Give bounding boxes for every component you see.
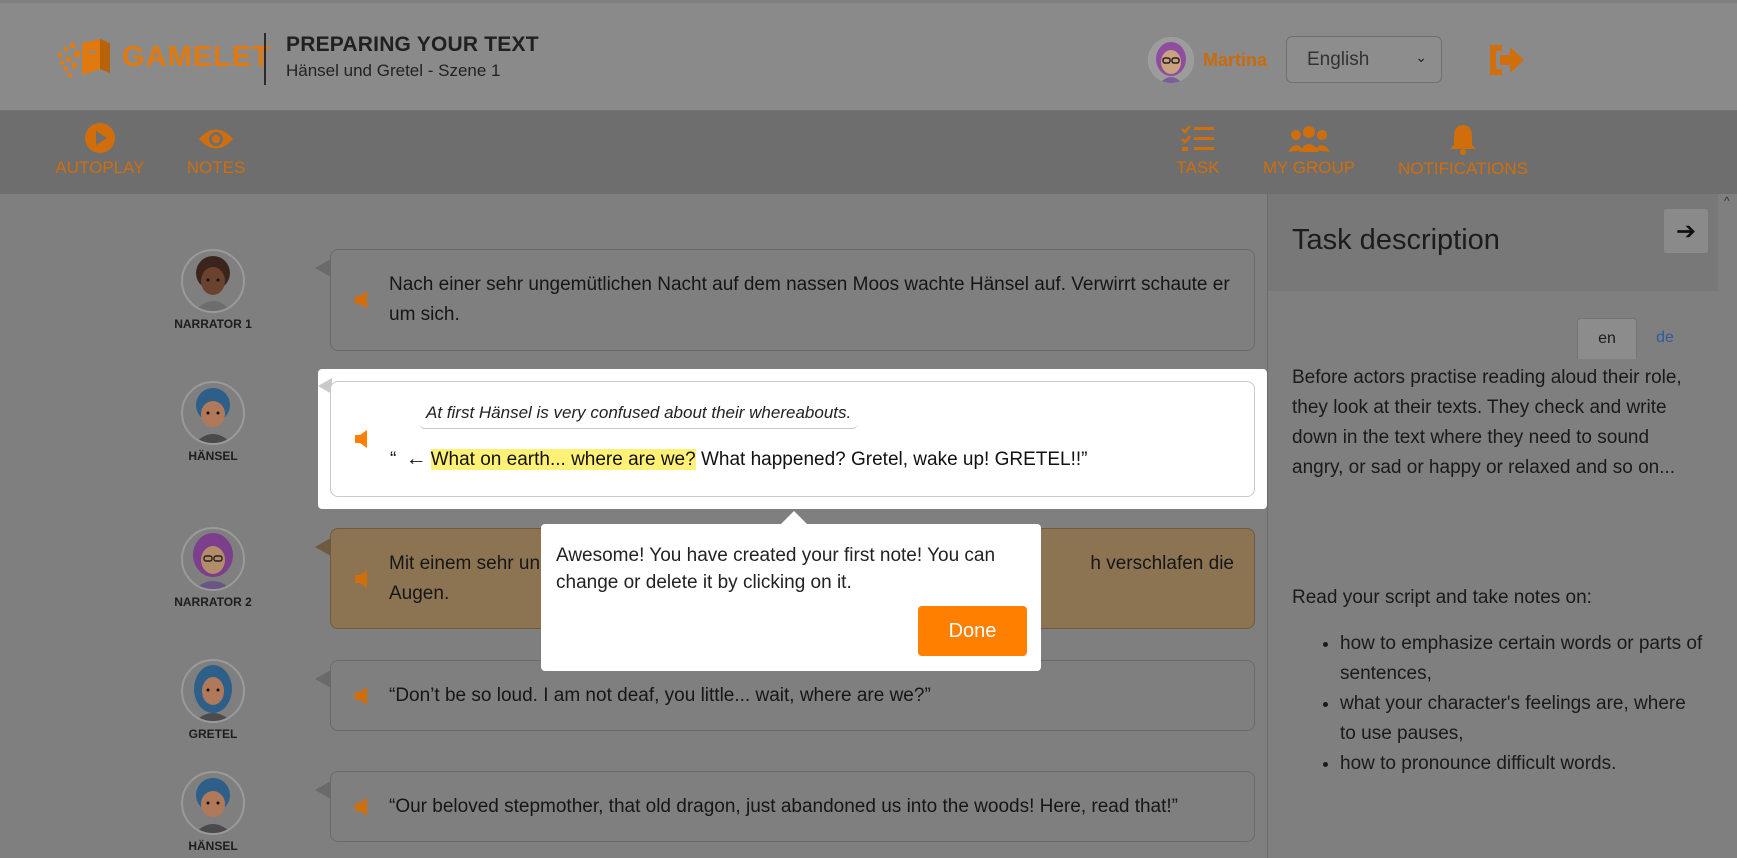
character-narrator-1: NARRATOR 1 xyxy=(158,249,268,331)
line-text-rest: What happened? Gretel, wake up! GRETEL!!… xyxy=(695,449,1088,470)
character-name: GRETEL xyxy=(188,727,238,741)
group-icon xyxy=(1288,126,1330,152)
task-panel-header: Task description ➔ xyxy=(1268,194,1718,291)
character-name: NARRATOR 2 xyxy=(174,595,252,609)
bell-icon xyxy=(1450,125,1476,155)
note[interactable]: At first Hänsel is very confused about t… xyxy=(419,398,859,429)
notifications-button[interactable]: NOTIFICATIONS xyxy=(1398,123,1528,179)
popup-arrow xyxy=(781,511,807,524)
line-text-start: Mit einem sehr un xyxy=(389,552,541,574)
line-text: “Don’t be so loud. I am not deaf, you li… xyxy=(389,684,931,706)
chevron-down-icon: ⌄ xyxy=(1415,49,1427,65)
my-group-button[interactable]: MY GROUP xyxy=(1256,124,1362,178)
task-label: TASK xyxy=(1176,158,1220,177)
line-text-end: h verschlafen die xyxy=(1090,552,1234,574)
narrator-avatar-icon xyxy=(195,256,231,311)
character-name: NARRATOR 1 xyxy=(174,317,252,331)
play-icon xyxy=(85,123,115,153)
quote-mark: “ xyxy=(390,449,397,470)
my-group-label: MY GROUP xyxy=(1262,158,1356,177)
line-text: “Our beloved stepmother, that old dragon… xyxy=(389,795,1178,817)
tab-de[interactable]: de xyxy=(1636,318,1694,358)
list-item: how to emphasize certain words or parts … xyxy=(1340,629,1704,689)
avatar xyxy=(181,771,245,835)
narrator-avatar-icon xyxy=(193,533,233,589)
line-text[interactable]: “ ← What on earth... where are we? What h… xyxy=(390,447,1088,471)
logout-icon[interactable] xyxy=(1486,41,1528,79)
user-avatar-icon xyxy=(1148,37,1194,83)
avatar xyxy=(181,659,245,723)
page-subtitle: Hänsel und Gretel - Szene 1 xyxy=(286,61,501,80)
task-intro: Before actors practise reading aloud the… xyxy=(1292,367,1682,478)
bubble-tail xyxy=(315,259,331,277)
character-hansel: HÄNSEL xyxy=(158,771,268,853)
avatar xyxy=(181,381,245,445)
bubble-tail xyxy=(315,781,331,799)
toolbar: AUTOPLAY NOTES TASK MY GROUP NOTIFICATIO… xyxy=(0,111,1737,194)
list-item: what your character's feelings are, wher… xyxy=(1340,689,1704,749)
task-list-icon xyxy=(1181,125,1214,151)
list-item: how to pronounce difficult words. xyxy=(1340,749,1704,779)
speaker-icon[interactable] xyxy=(355,686,373,706)
page-title: PREPARING YOUR TEXT xyxy=(286,33,539,56)
language-select-value: English xyxy=(1307,48,1370,70)
gretel-avatar-icon xyxy=(194,665,232,721)
logo-icon xyxy=(58,39,110,77)
arrow-left-icon: ← xyxy=(405,447,427,470)
avatar xyxy=(181,527,245,591)
tab-en[interactable]: en xyxy=(1577,318,1637,359)
character-name: HÄNSEL xyxy=(188,839,238,853)
task-panel-title: Task description xyxy=(1292,224,1500,256)
language-select[interactable]: English ⌄ xyxy=(1286,36,1442,83)
hansel-avatar-icon xyxy=(195,388,231,443)
close-panel-button[interactable]: ➔ xyxy=(1664,209,1708,253)
character-gretel: GRETEL xyxy=(158,659,268,741)
autoplay-button[interactable]: AUTOPLAY xyxy=(52,122,148,178)
speaker-icon[interactable] xyxy=(355,569,373,589)
script-line[interactable]: “Our beloved stepmother, that old dragon… xyxy=(315,771,1255,842)
bubble-tail xyxy=(315,670,331,688)
speaker-icon[interactable] xyxy=(355,797,373,817)
bubble-tail xyxy=(315,538,331,556)
task-instruction: Read your script and take notes on: xyxy=(1292,587,1592,608)
hansel-avatar-icon xyxy=(195,778,231,833)
task-bullets: how to emphasize certain words or parts … xyxy=(1292,629,1704,779)
header-divider xyxy=(264,33,266,85)
logo-text: GAMELET xyxy=(122,40,271,73)
notes-button[interactable]: NOTES xyxy=(174,124,258,178)
task-panel: Task description ➔ ^ en de Before actors… xyxy=(1268,194,1737,858)
character-hansel: HÄNSEL xyxy=(158,381,268,463)
character-narrator-2: NARRATOR 2 xyxy=(158,527,268,609)
user-name[interactable]: Martina xyxy=(1203,50,1267,71)
script-line[interactable]: Nach einer sehr ungemütlichen Nacht auf … xyxy=(315,249,1255,351)
scroll-up-icon[interactable]: ^ xyxy=(1724,194,1730,208)
notes-label: NOTES xyxy=(186,158,246,177)
speaker-icon[interactable] xyxy=(355,290,373,310)
autoplay-label: AUTOPLAY xyxy=(55,158,145,177)
notifications-label: NOTIFICATIONS xyxy=(1398,159,1529,178)
app-header: GAMELET PREPARING YOUR TEXT Hänsel und G… xyxy=(0,3,1737,111)
speaker-icon[interactable] xyxy=(355,429,373,449)
user-avatar[interactable] xyxy=(1148,37,1194,83)
done-button[interactable]: Done xyxy=(918,606,1027,656)
highlighted-text[interactable]: What on earth... where are we? xyxy=(430,449,696,470)
task-button[interactable]: TASK xyxy=(1172,124,1224,178)
avatar xyxy=(181,249,245,313)
line-text: Nach einer sehr ungemütlichen Nacht auf … xyxy=(389,274,1230,325)
gamelet-logo[interactable]: GAMELET xyxy=(56,33,271,81)
popup-message: Awesome! You have created your first not… xyxy=(556,545,996,593)
arrow-right-icon: ➔ xyxy=(1675,217,1697,245)
eye-icon xyxy=(199,129,233,149)
character-name: HÄNSEL xyxy=(188,449,238,463)
